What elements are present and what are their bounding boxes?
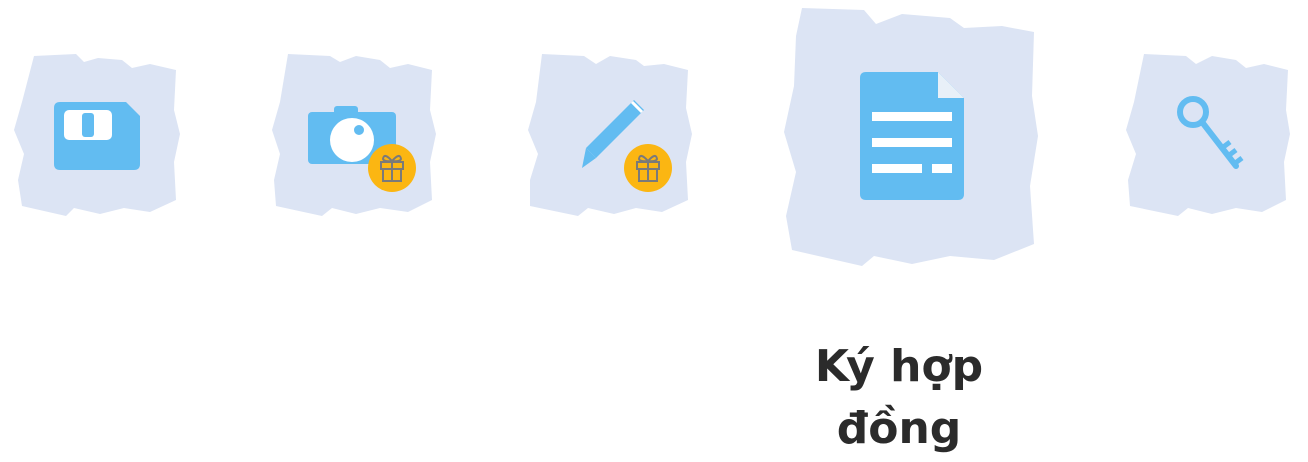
step-pencil-graphic — [528, 54, 692, 216]
blob-background — [1126, 54, 1290, 216]
step-contract[interactable] — [782, 6, 1042, 266]
step-sim-card-graphic — [14, 54, 180, 216]
step-sim-card[interactable] — [14, 50, 180, 216]
step-camera-graphic — [272, 54, 436, 216]
step-contract-graphic — [784, 8, 1038, 266]
gift-badge-icon — [368, 144, 416, 192]
step-key[interactable] — [1126, 50, 1292, 216]
active-step-label: Ký hợp đồng — [814, 341, 984, 454]
step-camera[interactable] — [270, 50, 436, 216]
step-key-graphic — [1126, 54, 1290, 216]
sim-card-icon — [54, 102, 140, 170]
gift-badge-icon — [624, 144, 672, 192]
step-pencil[interactable] — [526, 50, 692, 216]
document-icon — [860, 72, 964, 200]
